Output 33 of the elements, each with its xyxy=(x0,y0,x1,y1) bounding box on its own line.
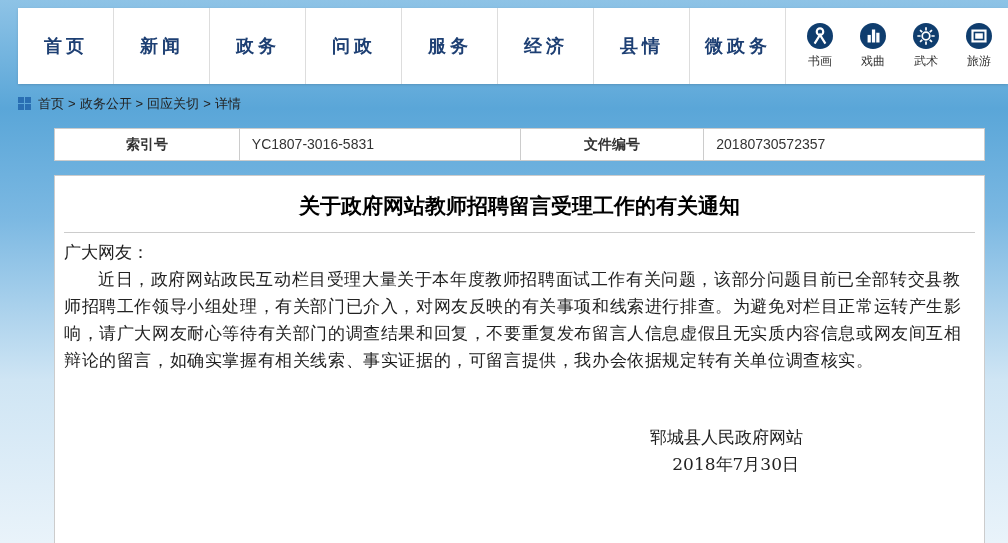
nav-link[interactable]: 新闻 xyxy=(114,8,210,84)
buildings-icon xyxy=(860,22,886,49)
signature: 郓城县人民政府网站 xyxy=(650,425,803,449)
icon-link[interactable]: 旅游 xyxy=(961,22,997,70)
person-icon xyxy=(807,22,833,49)
breadcrumb-link[interactable]: 政务公开 xyxy=(79,94,132,114)
breadcrumb-link[interactable]: 详情 xyxy=(214,94,241,114)
article-date: 2018年7月30日 xyxy=(672,452,800,476)
icon-link[interactable]: 武术 xyxy=(908,22,944,70)
nav-link[interactable]: 县情 xyxy=(594,8,690,84)
icon-link[interactable]: 戏曲 xyxy=(855,22,891,70)
breadcrumb-separator: > xyxy=(68,95,76,114)
nav-link[interactable]: 问政 xyxy=(306,8,402,84)
info-value: 20180730572357 xyxy=(715,135,827,154)
breadcrumb-link[interactable]: 首页 xyxy=(38,94,64,114)
grid-icon xyxy=(18,97,32,111)
breadcrumb-link[interactable]: 回应关切 xyxy=(147,94,200,114)
breadcrumb-separator: > xyxy=(135,95,144,114)
info-label: 索引号 xyxy=(55,129,240,160)
info-label: 文件编号 xyxy=(519,129,705,160)
nav-link[interactable]: 服务 xyxy=(402,8,498,84)
icon-link[interactable]: 书画 xyxy=(802,22,838,70)
nav-link[interactable]: 经济 xyxy=(498,8,594,84)
article-paragraph: 近日，政府网站政民互动栏目受理大量关于本年度教师招聘面试工作有关问题，该部分问题目前已全部转交县教师招聘工作领导小组处理，有关部门已介入，对网友反映的有关事项和线索进行排查。为避免对栏目正常运转产生影响，请广大网友耐心等待有关部门的调查结果和回复，不要重复发布留言人信息虚假且无实质内容信息或网友间互相辩论的留言，如确实掌握有相关线索、事实证据的，可留言提供，我办会依据规定转有关单位调查核实。 xyxy=(64,267,963,372)
picture-frame-icon xyxy=(966,22,992,49)
breadcrumb-separator: > xyxy=(203,95,211,114)
nav-link[interactable]: 首页 xyxy=(18,8,114,84)
info-value: YC1807-3016-5831 xyxy=(250,135,375,154)
nav-link[interactable]: 微政务 xyxy=(690,8,786,84)
article-title: 关于政府网站教师招聘留言受理工作的有关通知 xyxy=(299,193,740,219)
nav-link[interactable]: 政务 xyxy=(210,8,306,84)
salutation: 广大网友： xyxy=(64,240,150,264)
sun-icon xyxy=(913,22,939,49)
